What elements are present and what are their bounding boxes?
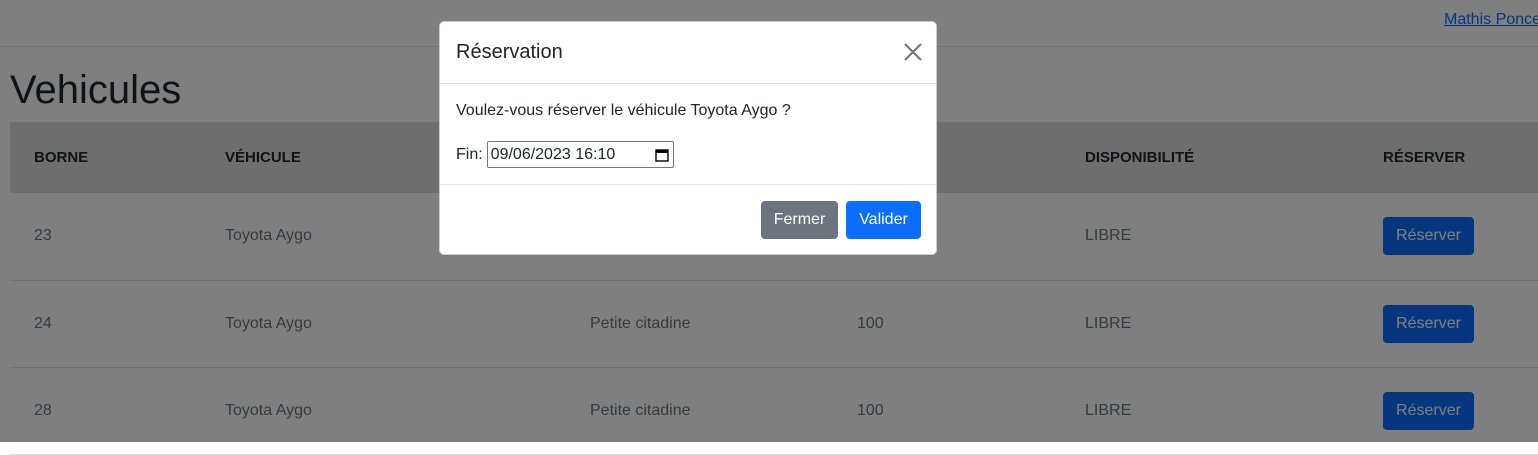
modal-title: Réservation — [456, 41, 563, 63]
valider-button[interactable]: Valider — [846, 201, 921, 239]
end-date-row: Fin: 09/06/2023 16:10 — [456, 141, 674, 168]
fermer-button[interactable]: Fermer — [761, 201, 838, 239]
modal-header: Réservation — [440, 22, 936, 84]
close-icon — [904, 43, 922, 61]
modal-footer: Fermer Valider — [440, 185, 936, 255]
reservation-modal: Réservation Voulez-vous réserver le véhi… — [439, 21, 937, 255]
confirmation-question: Voulez-vous réserver le véhicule Toyota … — [456, 102, 791, 119]
modal-close-button[interactable] — [902, 41, 924, 63]
modal-body: Voulez-vous réserver le véhicule Toyota … — [440, 84, 936, 185]
calendar-icon[interactable] — [654, 148, 669, 162]
end-date-label: Fin: — [456, 145, 483, 163]
end-date-value: 09/06/2023 16:10 — [490, 145, 616, 163]
end-date-input[interactable]: 09/06/2023 16:10 — [486, 141, 674, 168]
